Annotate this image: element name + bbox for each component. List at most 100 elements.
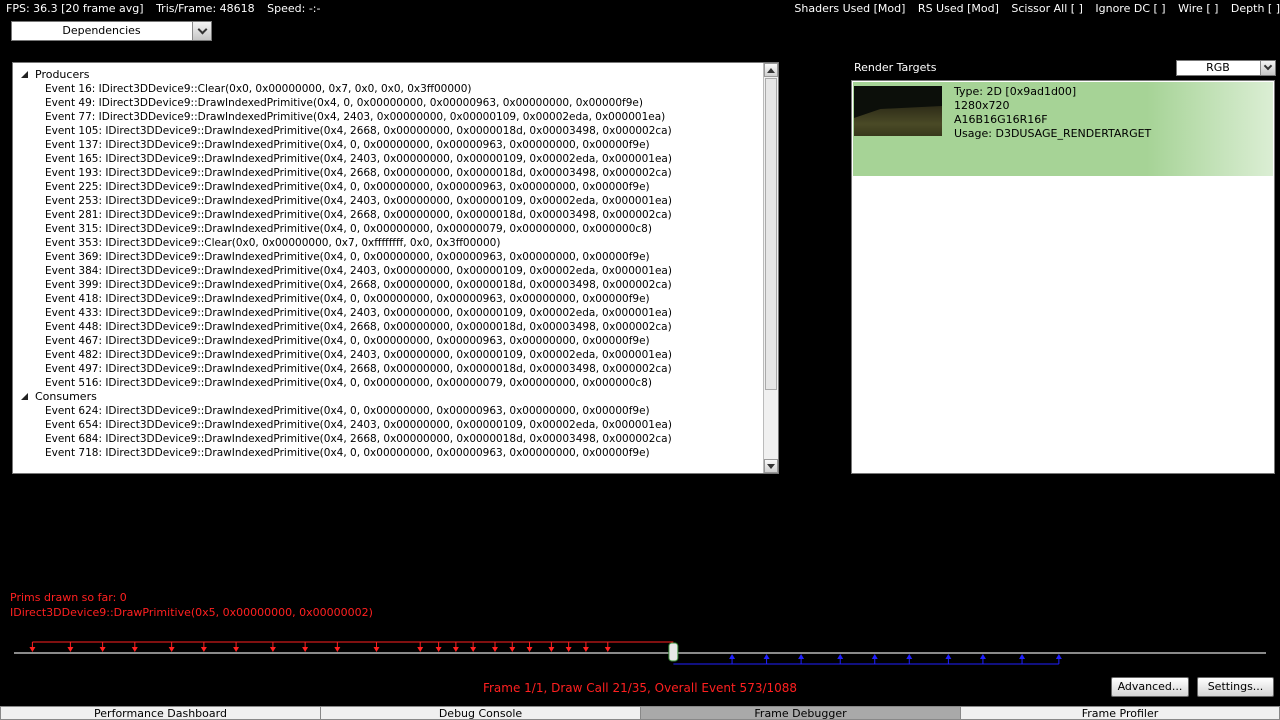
producer-marker[interactable] (470, 642, 477, 652)
consumer-marker[interactable] (729, 654, 736, 664)
chevron-down-icon[interactable] (192, 22, 211, 40)
producer-marker[interactable] (200, 642, 207, 652)
consumer-marker[interactable] (837, 654, 844, 664)
render-target-item[interactable]: Type: 2D [0x9ad1d00] 1280x720 A16B16G16R… (853, 82, 1273, 176)
producer-marker[interactable] (168, 642, 175, 652)
collapse-triangle-icon[interactable] (21, 71, 28, 78)
dependency-event-row[interactable]: Event 516: IDirect3DDevice9::DrawIndexed… (17, 376, 760, 390)
producer-marker[interactable] (334, 642, 341, 652)
render-target-info: Type: 2D [0x9ad1d00] 1280x720 A16B16G16R… (954, 85, 1151, 141)
producer-marker[interactable] (99, 642, 106, 652)
dependency-event-row[interactable]: Event 399: IDirect3DDevice9::DrawIndexed… (17, 278, 760, 292)
producer-marker[interactable] (582, 642, 589, 652)
consumer-marker[interactable] (1055, 654, 1062, 664)
timeline-scrubber[interactable] (668, 642, 679, 662)
dependency-event-row[interactable]: Event 137: IDirect3DDevice9::DrawIndexed… (17, 138, 760, 152)
scissor-all-toggle[interactable]: Scissor All [ ] (1011, 2, 1083, 15)
dependency-event-row[interactable]: Event 315: IDirect3DDevice9::DrawIndexed… (17, 222, 760, 236)
tab-debug-console[interactable]: Debug Console (320, 706, 641, 720)
producer-marker[interactable] (373, 642, 380, 652)
producers-list: Event 16: IDirect3DDevice9::Clear(0x0, 0… (17, 82, 760, 390)
settings-button[interactable]: Settings... (1197, 677, 1274, 697)
shaders-used-toggle[interactable]: Shaders Used [Mod] (794, 2, 905, 15)
channel-dropdown[interactable]: RGB (1176, 60, 1276, 76)
dependency-event-row[interactable]: Event 433: IDirect3DDevice9::DrawIndexed… (17, 306, 760, 320)
tab-bar: Performance Dashboard Debug Console Fram… (0, 706, 1280, 720)
chevron-down-icon[interactable] (1260, 61, 1275, 75)
tab-frame-profiler[interactable]: Frame Profiler (960, 706, 1280, 720)
producer-marker[interactable] (548, 642, 555, 652)
consumer-marker[interactable] (945, 654, 952, 664)
dependency-event-row[interactable]: Event 448: IDirect3DDevice9::DrawIndexed… (17, 320, 760, 334)
rt-usage: Usage: D3DUSAGE_RENDERTARGET (954, 127, 1152, 140)
producer-marker[interactable] (492, 642, 499, 652)
producer-marker[interactable] (417, 642, 424, 652)
prims-drawn-status: Prims drawn so far: 0 (10, 591, 127, 604)
producer-marker[interactable] (67, 642, 74, 652)
producer-marker[interactable] (302, 642, 309, 652)
producer-marker[interactable] (269, 642, 276, 652)
dependency-event-row[interactable]: Event 165: IDirect3DDevice9::DrawIndexed… (17, 152, 760, 166)
producer-marker[interactable] (131, 642, 138, 652)
dependency-event-row[interactable]: Event 624: IDirect3DDevice9::DrawIndexed… (17, 404, 760, 418)
consumer-marker[interactable] (871, 654, 878, 664)
consumer-marker[interactable] (979, 654, 986, 664)
consumer-marker[interactable] (1019, 654, 1026, 664)
rs-used-toggle[interactable]: RS Used [Mod] (918, 2, 999, 15)
dependency-event-row[interactable]: Event 654: IDirect3DDevice9::DrawIndexed… (17, 418, 760, 432)
producer-marker[interactable] (452, 642, 459, 652)
rt-format: A16B16G16R16F (954, 113, 1048, 126)
scrollbar-thumb[interactable] (765, 78, 777, 390)
dependency-event-row[interactable]: Event 49: IDirect3DDevice9::DrawIndexedP… (17, 96, 760, 110)
hud-stats: FPS: 36.3 [20 frame avg] Tris/Frame: 486… (6, 2, 330, 16)
consumer-marker[interactable] (763, 654, 770, 664)
dependency-event-row[interactable]: Event 418: IDirect3DDevice9::DrawIndexed… (17, 292, 760, 306)
collapse-triangle-icon[interactable] (21, 393, 28, 400)
ignore-dc-toggle[interactable]: Ignore DC [ ] (1095, 2, 1165, 15)
dependency-event-row[interactable]: Event 77: IDirect3DDevice9::DrawIndexedP… (17, 110, 760, 124)
scroll-up-icon[interactable] (764, 63, 778, 77)
view-selector-dropdown[interactable]: Dependencies (11, 21, 212, 41)
dependency-event-row[interactable]: Event 369: IDirect3DDevice9::DrawIndexed… (17, 250, 760, 264)
dependency-event-row[interactable]: Event 718: IDirect3DDevice9::DrawIndexed… (17, 446, 760, 460)
dependency-event-row[interactable]: Event 684: IDirect3DDevice9::DrawIndexed… (17, 432, 760, 446)
producer-marker[interactable] (233, 642, 240, 652)
frame-status: Frame 1/1, Draw Call 21/35, Overall Even… (482, 681, 798, 695)
consumers-group[interactable]: Consumers (17, 390, 760, 404)
consumer-marker[interactable] (798, 654, 805, 664)
render-targets-title: Render Targets (854, 61, 937, 74)
event-timeline[interactable] (0, 636, 1280, 668)
tab-frame-debugger[interactable]: Frame Debugger (640, 706, 961, 720)
tris-readout: Tris/Frame: 48618 (156, 2, 255, 15)
dependency-event-row[interactable]: Event 225: IDirect3DDevice9::DrawIndexed… (17, 180, 760, 194)
producer-marker[interactable] (29, 642, 36, 652)
dependency-event-row[interactable]: Event 353: IDirect3DDevice9::Clear(0x0, … (17, 236, 760, 250)
tab-performance-dashboard[interactable]: Performance Dashboard (0, 706, 321, 720)
dependency-event-row[interactable]: Event 384: IDirect3DDevice9::DrawIndexed… (17, 264, 760, 278)
producer-marker[interactable] (435, 642, 442, 652)
consumer-marker[interactable] (906, 654, 913, 664)
scroll-down-icon[interactable] (764, 459, 778, 473)
producer-marker[interactable] (509, 642, 516, 652)
producers-label: Producers (35, 68, 90, 81)
rt-type: Type: 2D [0x9ad1d00] (954, 85, 1077, 98)
wire-toggle[interactable]: Wire [ ] (1178, 2, 1218, 15)
depth-toggle[interactable]: Depth [ ] (1231, 2, 1280, 15)
consumer-markers (673, 654, 1062, 665)
dependency-event-row[interactable]: Event 497: IDirect3DDevice9::DrawIndexed… (17, 362, 760, 376)
dependency-event-row[interactable]: Event 253: IDirect3DDevice9::DrawIndexed… (17, 194, 760, 208)
dependency-event-row[interactable]: Event 281: IDirect3DDevice9::DrawIndexed… (17, 208, 760, 222)
advanced-button[interactable]: Advanced... (1111, 677, 1189, 697)
dependency-event-row[interactable]: Event 105: IDirect3DDevice9::DrawIndexed… (17, 124, 760, 138)
dependency-event-row[interactable]: Event 16: IDirect3DDevice9::Clear(0x0, 0… (17, 82, 760, 96)
producer-marker[interactable] (565, 642, 572, 652)
producer-marker[interactable] (526, 642, 533, 652)
dependencies-scrollbar[interactable] (763, 63, 778, 473)
dependency-event-row[interactable]: Event 467: IDirect3DDevice9::DrawIndexed… (17, 334, 760, 348)
dependency-event-row[interactable]: Event 193: IDirect3DDevice9::DrawIndexed… (17, 166, 760, 180)
producer-marker[interactable] (604, 642, 611, 652)
consumers-list: Event 624: IDirect3DDevice9::DrawIndexed… (17, 404, 760, 460)
producers-group[interactable]: Producers (17, 68, 760, 82)
dependency-event-row[interactable]: Event 482: IDirect3DDevice9::DrawIndexed… (17, 348, 760, 362)
dependencies-panel: Producers Event 16: IDirect3DDevice9::Cl… (12, 62, 779, 474)
